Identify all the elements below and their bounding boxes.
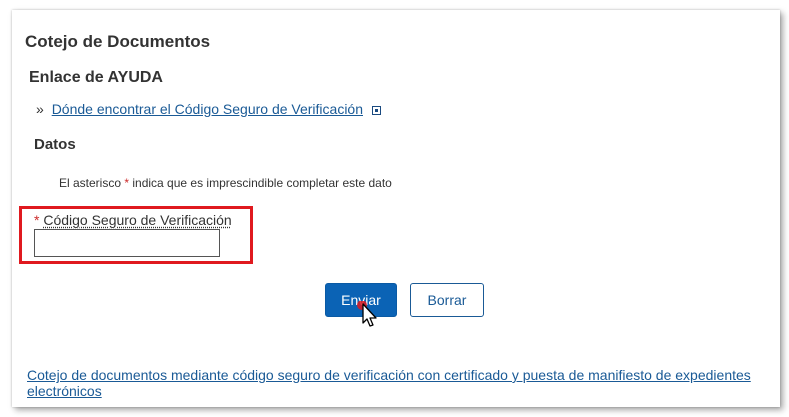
page-title: Cotejo de Documentos (25, 32, 211, 51)
help-csv-link[interactable]: Dónde encontrar el Código Seguro de Veri… (52, 101, 363, 117)
help-link-row: » Dónde encontrar el Código Seguro de Ve… (36, 101, 381, 117)
required-note: El asterisco * indica que es imprescindi… (59, 176, 392, 190)
datos-section-heading: Datos (34, 136, 76, 153)
csv-field-label-text: Código Seguro de Verificación (43, 212, 232, 228)
mouse-cursor-icon (357, 301, 377, 327)
main-panel: Cotejo de Documentos Enlace de AYUDA » D… (12, 10, 780, 407)
required-asterisk: * (34, 212, 40, 228)
reset-button[interactable]: Borrar (410, 283, 484, 317)
cotejo-certificado-link[interactable]: Cotejo de documentos mediante código seg… (27, 367, 751, 399)
csv-input[interactable] (34, 229, 220, 257)
csv-field-label: * Código Seguro de Verificación (34, 212, 232, 228)
footer-link-container: Cotejo de documentos mediante código seg… (27, 367, 777, 399)
help-section-heading: Enlace de AYUDA (29, 69, 163, 86)
external-link-icon (371, 106, 381, 115)
bullet-marker: » (36, 101, 44, 117)
required-note-text-end: indica que es imprescindible completar e… (129, 176, 392, 190)
required-note-text-start: El asterisco (59, 176, 125, 190)
